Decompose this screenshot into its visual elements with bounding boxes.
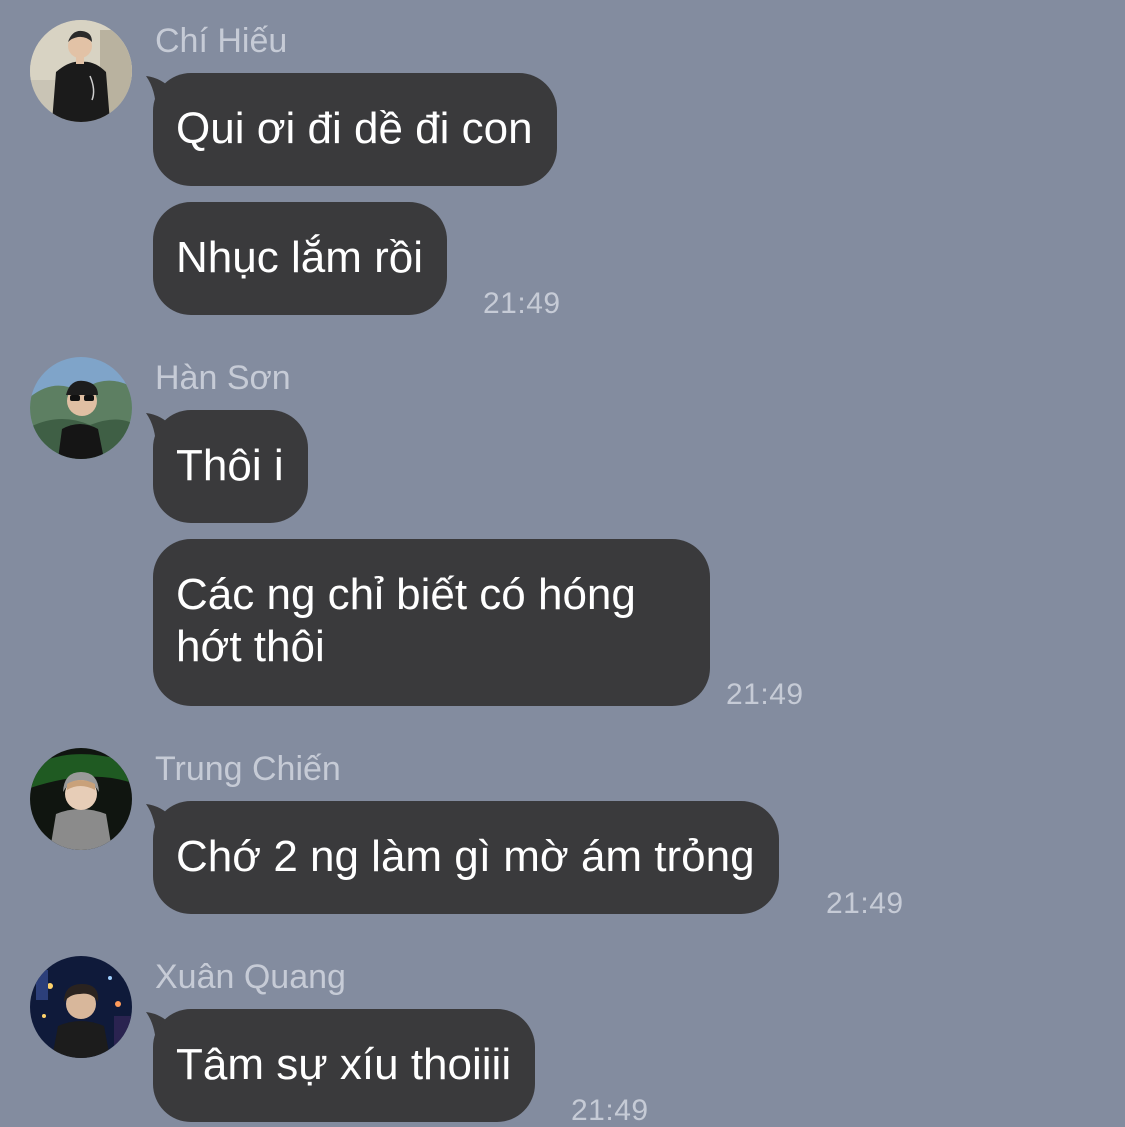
avatar[interactable] [30,357,132,459]
person-avatar-icon [30,748,132,850]
message-text: Qui ơi đi dề đi con [176,104,533,153]
message-timestamp: 21:49 [483,287,561,320]
sender-name: Trung Chiến [155,750,341,788]
sender-name: Chí Hiếu [155,22,288,60]
sender-name: Hàn Sơn [155,359,291,397]
avatar[interactable] [30,956,132,1058]
avatar[interactable] [30,20,132,122]
sender-name: Xuân Quang [155,958,346,996]
message-text: Thôi i [176,441,284,490]
message-timestamp: 21:49 [826,887,904,920]
avatar[interactable] [30,748,132,850]
message-bubble[interactable]: Nhục lắm rồi [153,202,447,315]
person-avatar-icon [30,357,132,459]
message-text: Nhục lắm rồi [176,233,423,282]
person-avatar-icon [30,20,132,122]
message-text: Các ng chỉ biết có hóng hớt thôi [176,570,636,671]
message-bubble[interactable]: Tâm sự xíu thoiiii [153,1009,536,1122]
message-bubble[interactable]: Chớ 2 ng làm gì mờ ám trỏng [153,801,779,914]
message-timestamp: 21:49 [726,678,804,711]
message-bubble[interactable]: Các ng chỉ biết có hóng hớt thôi [153,539,710,706]
message-text: Chớ 2 ng làm gì mờ ám trỏng [176,832,755,881]
message-timestamp: 21:49 [571,1094,649,1127]
message-bubble[interactable]: Qui ơi đi dề đi con [153,73,557,186]
message-bubble[interactable]: Thôi i [153,410,308,523]
person-avatar-icon [30,956,132,1058]
message-text: Tâm sự xíu thoiiii [176,1040,512,1089]
chat-message-list: Chí Hiếu Qui ơi đi dề đi con Nhục lắm rồ… [0,0,1125,1126]
